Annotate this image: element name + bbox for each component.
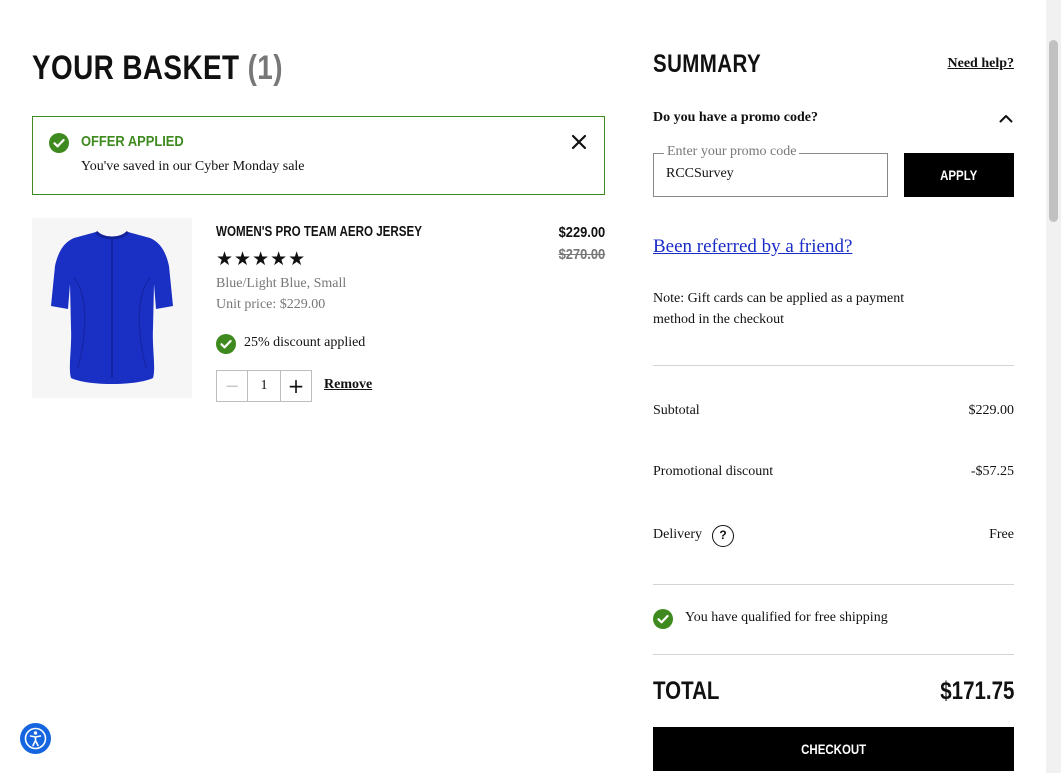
delivery-label: Delivery	[653, 527, 702, 542]
offer-text: You've saved in our Cyber Monday sale	[81, 159, 305, 174]
subtotal-value: $229.00	[968, 403, 1015, 418]
promo-code-field: Enter your promo code	[653, 144, 888, 197]
basket-count: (1)	[247, 49, 283, 87]
item-price: $229.00	[558, 224, 605, 241]
check-circle-icon	[653, 609, 673, 629]
remove-item-link[interactable]: Remove	[324, 377, 372, 393]
promo-code-toggle[interactable]: Do you have a promo code?	[653, 110, 818, 126]
need-help-link[interactable]: Need help?	[948, 56, 1015, 72]
divider	[653, 584, 1014, 585]
free-shipping-text: You have qualified for free shipping	[685, 610, 888, 625]
check-circle-icon	[49, 133, 69, 153]
offer-title: OFFER APPLIED	[81, 133, 184, 150]
promo-code-label: Enter your promo code	[664, 144, 800, 160]
referral-link[interactable]: Been referred by a friend?	[653, 236, 852, 258]
total-label: TOTAL	[653, 677, 720, 705]
product-name[interactable]: WOMEN'S PRO TEAM AERO JERSEY	[216, 224, 422, 240]
gift-card-note: Note: Gift cards can be applied as a pay…	[653, 291, 905, 327]
total-value: $171.75	[939, 677, 1014, 705]
accessibility-icon[interactable]	[20, 723, 51, 754]
discount-label: Promotional discount	[653, 464, 774, 479]
checkout-button-label: CHECKOUT	[800, 741, 867, 757]
apply-button[interactable]: APPLY	[904, 153, 1014, 197]
discount-text: 25% discount applied	[244, 335, 366, 350]
close-icon[interactable]	[570, 133, 588, 151]
scrollbar-thumb[interactable]	[1049, 40, 1058, 222]
promo-code-input[interactable]	[666, 166, 866, 182]
star-rating: ★★★★★	[216, 248, 307, 270]
divider	[653, 654, 1014, 655]
summary-title: SUMMARY	[653, 50, 762, 78]
checkout-button[interactable]: CHECKOUT	[653, 727, 1014, 771]
subtotal-label: Subtotal	[653, 403, 700, 418]
decrease-quantity-button[interactable]: −	[217, 371, 248, 401]
question-circle-icon[interactable]: ?	[712, 525, 734, 547]
product-image[interactable]	[32, 218, 192, 398]
apply-button-label: APPLY	[940, 167, 978, 183]
check-circle-icon	[216, 334, 236, 354]
quantity-value[interactable]: 1	[248, 371, 280, 401]
page-title-text: YOUR BASKET	[32, 49, 240, 87]
product-variant: Blue/Light Blue, Small	[216, 276, 347, 291]
divider	[653, 365, 1014, 366]
page-title: YOUR BASKET (1)	[32, 48, 283, 88]
scrollbar[interactable]	[1046, 0, 1061, 773]
increase-quantity-button[interactable]: +	[280, 371, 311, 401]
delivery-value: Free	[989, 527, 1014, 542]
offer-banner: OFFER APPLIED You've saved in our Cyber …	[32, 116, 605, 195]
item-original-price: $270.00	[558, 246, 605, 263]
chevron-up-icon[interactable]	[997, 110, 1015, 128]
unit-price: Unit price: $229.00	[216, 297, 326, 312]
discount-value: -$57.25	[970, 464, 1014, 479]
quantity-stepper: − 1 +	[216, 370, 312, 402]
